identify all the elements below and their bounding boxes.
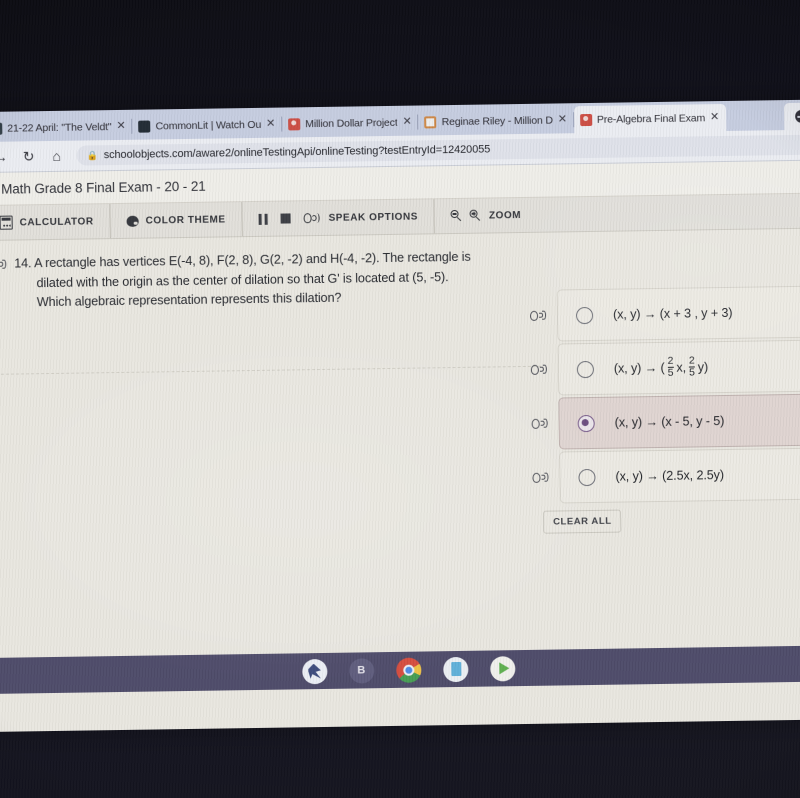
question-speaker-button[interactable] (0, 257, 8, 314)
answer-option-text: (x, y) → (x - 5, y - 5) (614, 414, 725, 430)
tab-strip-tail (783, 102, 800, 131)
zoom-in-icon[interactable] (470, 210, 482, 222)
answer-option-text: (x, y) → (2.5x, 2.5y) (615, 468, 725, 484)
radio-button[interactable] (576, 360, 595, 378)
fraction-two-fifths: 2 5 (688, 354, 695, 379)
question-block: 14. A rectangle has vertices E(-4, 8), F… (0, 233, 516, 313)
answer-option-row: (x, y) → ( 2 5 x, 2 5 y) (530, 338, 800, 396)
fraction-two-fifths: 2 5 (667, 355, 674, 379)
question-text: 14. A rectangle has vertices E(-4, 8), F… (14, 248, 471, 313)
answer-option-row: (x, y) → (2.5x, 2.5y) (532, 446, 800, 504)
palette-icon (126, 215, 139, 227)
answer-option-c-selected[interactable]: (x, y) → (x - 5, y - 5) (558, 393, 800, 450)
answer-option-b[interactable]: (x, y) → ( 2 5 x, 2 5 y) (557, 339, 800, 396)
clear-all-button[interactable]: CLEAR ALL (542, 509, 622, 534)
answer-option-text: (x, y) → (x + 3 , y + 3) (612, 305, 733, 322)
radio-button[interactable] (575, 306, 594, 324)
denominator: 5 (688, 366, 695, 379)
online-testing-app: Math Grade 8 Final Exam - 20 - 21 CALCUL… (0, 160, 800, 732)
tab-title: 21-22 April: "The Veldt" (7, 120, 112, 135)
close-icon[interactable]: ✕ (710, 111, 719, 123)
answer-option-d[interactable]: (x, y) → (2.5x, 2.5y) (559, 447, 800, 504)
contact-icon (579, 113, 593, 126)
calculator-button[interactable]: CALCULATOR (0, 204, 110, 240)
browser-tab[interactable]: CommonLit | Watch Ou ✕ (132, 110, 283, 140)
chrome-icon[interactable] (395, 657, 422, 683)
denominator: 5 (667, 366, 674, 379)
close-icon[interactable]: ✕ (116, 120, 125, 132)
tab-title: Pre-Algebra Final Exam (596, 111, 706, 126)
folder-icon (424, 115, 437, 128)
numerator: 2 (667, 355, 674, 368)
stop-icon[interactable] (280, 213, 291, 224)
radio-button-selected[interactable] (577, 414, 595, 432)
speaker-icon (0, 259, 7, 270)
zoom-controls[interactable]: ZOOM (433, 197, 538, 234)
tab-title: Million Dollar Project (305, 116, 398, 130)
zoom-label: ZOOM (488, 209, 522, 221)
close-icon[interactable]: ✕ (266, 118, 275, 130)
book-icon (138, 120, 151, 133)
launcher-icon[interactable] (301, 658, 328, 684)
blackboard-icon[interactable]: B (348, 657, 375, 684)
answer-option-a[interactable]: (x, y) → (x + 3 , y + 3) (556, 285, 800, 342)
play-store-icon[interactable] (489, 655, 515, 682)
answer-options: (x, y) → (x + 3 , y + 3) (x, y) → (2 5 … (530, 284, 800, 534)
globe-icon (794, 109, 800, 123)
url-text: schoolobjects.com/aware2/onlineTestingAp… (103, 143, 491, 162)
separator-line (0, 365, 541, 375)
lock-icon: 🔒 (86, 149, 98, 160)
close-icon[interactable]: ✕ (402, 116, 411, 128)
browser-tab[interactable]: Million Dollar Project ✕ (281, 108, 419, 138)
calculator-label: CALCULATOR (19, 215, 94, 228)
tab-title: CommonLit | Watch Ou (155, 118, 262, 132)
option-speaker-icon[interactable] (530, 310, 547, 321)
option-speaker-icon[interactable] (532, 472, 549, 483)
answer-option-row: (x, y) → (x - 5, y - 5) (531, 392, 800, 450)
tab-title: Reginae Riley - Million D (441, 114, 553, 128)
pause-icon[interactable] (258, 213, 268, 225)
color-theme-button[interactable]: COLOR THEME (109, 202, 242, 239)
option-b-mid: x, (676, 360, 687, 375)
speak-options-label: SPEAK OPTIONS (328, 211, 419, 224)
chromebook-screen: 21-22 April: "The Veldt" ✕ CommonLit | W… (0, 99, 800, 732)
contact-icon (288, 117, 301, 130)
photo-of-screen: 21-22 April: "The Veldt" ✕ CommonLit | W… (0, 0, 800, 798)
answer-option-row: (x, y) → (x + 3 , y + 3) (530, 284, 800, 342)
color-theme-label: COLOR THEME (145, 213, 226, 227)
close-icon[interactable]: ✕ (558, 113, 567, 125)
address-bar[interactable]: 🔒 schoolobjects.com/aware2/onlineTesting… (76, 134, 800, 166)
option-b-suffix: y) (697, 360, 709, 375)
option-speaker-icon[interactable] (530, 364, 548, 375)
speaker-icon (303, 212, 321, 224)
browser-tab-active[interactable]: Pre-Algebra Final Exam ✕ (573, 103, 727, 134)
browser-tab[interactable]: 21-22 April: "The Veldt" ✕ (0, 112, 133, 142)
radio-button[interactable] (578, 468, 596, 486)
answer-option-text: (x, y) → ( 2 5 x, 2 5 y) (613, 354, 709, 380)
calculator-icon (0, 215, 13, 230)
docs-icon[interactable] (442, 656, 468, 682)
browser-tab[interactable]: Reginae Riley - Million D ✕ (418, 106, 575, 136)
numerator: 2 (688, 354, 695, 367)
document-icon (0, 122, 3, 135)
zoom-out-icon[interactable] (451, 210, 463, 222)
reload-icon[interactable]: ↻ (21, 148, 37, 164)
forward-icon[interactable]: → (0, 149, 9, 165)
speak-options-button[interactable]: SPEAK OPTIONS (241, 199, 435, 237)
option-speaker-icon[interactable] (531, 418, 549, 429)
home-icon[interactable]: ⌂ (49, 148, 65, 164)
option-b-prefix: (x, y) → ( (613, 360, 665, 376)
